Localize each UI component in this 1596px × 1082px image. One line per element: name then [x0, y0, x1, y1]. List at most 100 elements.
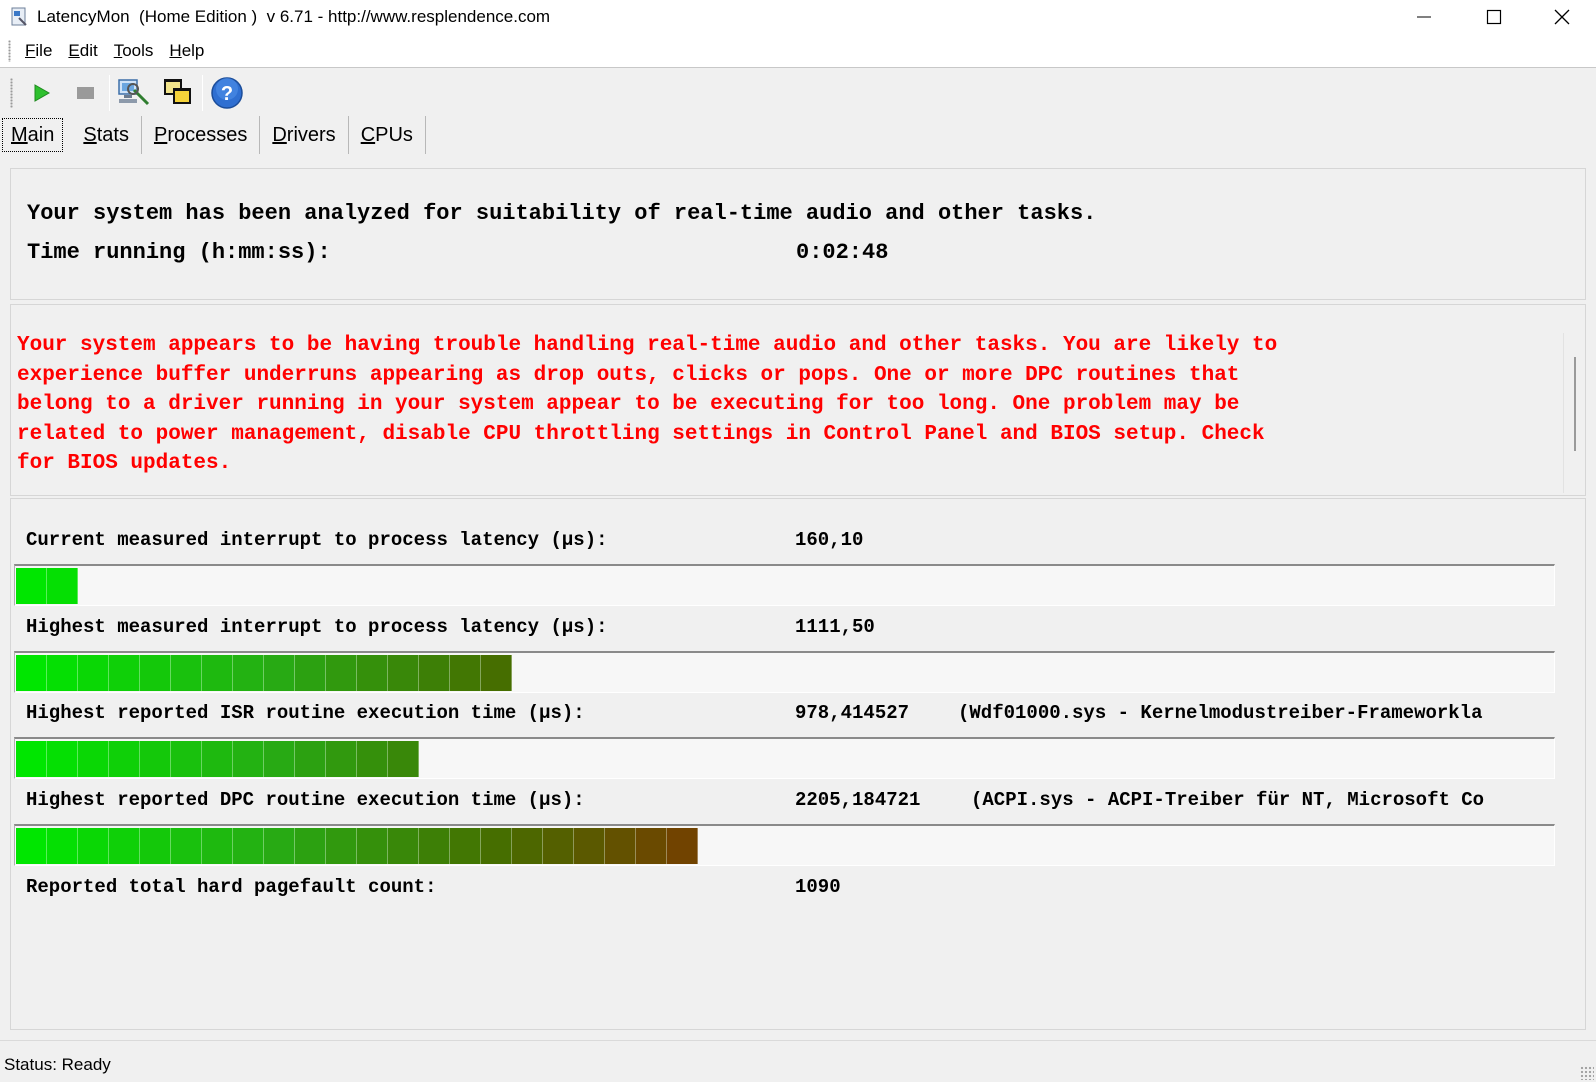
menu-help[interactable]: Help	[161, 39, 212, 63]
bar-segment	[667, 828, 698, 864]
svg-text:?: ?	[221, 83, 233, 105]
help-icon: ?	[211, 77, 243, 109]
bar-segment	[512, 828, 543, 864]
bar-segment	[605, 828, 636, 864]
bar-fill	[16, 741, 419, 777]
title-bar: LatencyMon (Home Edition ) v 6.71 - http…	[0, 0, 1596, 34]
bar-segment	[47, 741, 78, 777]
highest-latency-bar	[14, 651, 1555, 693]
bar-segment	[78, 741, 109, 777]
tab-cpus[interactable]: C PUs	[349, 116, 426, 154]
toolbar: ?	[0, 70, 1596, 116]
bar-segment	[233, 741, 264, 777]
close-icon	[1554, 9, 1570, 25]
bar-segment	[264, 741, 295, 777]
bar-segment	[233, 828, 264, 864]
bar-segment	[295, 655, 326, 691]
menu-edit[interactable]: Edit	[60, 39, 105, 63]
warning-panel: Your system appears to be having trouble…	[10, 304, 1586, 496]
bar-segment	[233, 655, 264, 691]
bar-segment	[109, 828, 140, 864]
bar-segment	[171, 655, 202, 691]
bar-segment	[264, 655, 295, 691]
bar-segment	[16, 828, 47, 864]
bar-segment	[16, 741, 47, 777]
time-running-value: 0:02:48	[796, 240, 889, 265]
bar-segment	[16, 655, 47, 691]
bar-segment	[357, 655, 388, 691]
close-button[interactable]	[1528, 0, 1596, 34]
windows-icon	[164, 79, 191, 104]
isr-time-bar	[14, 737, 1555, 779]
bar-segment	[357, 828, 388, 864]
highest-latency-value: 1111,50	[795, 616, 875, 638]
isr-time-value: 978,414527	[795, 702, 910, 724]
tab-stats[interactable]: Stats	[71, 116, 142, 154]
bar-segment	[140, 741, 171, 777]
bar-segment	[636, 828, 667, 864]
bar-segment	[109, 741, 140, 777]
pagefault-value: 1090	[795, 876, 841, 898]
bar-segment	[388, 655, 419, 691]
bar-segment	[326, 741, 357, 777]
scrollbar-thumb[interactable]	[1574, 357, 1576, 451]
analyze-button[interactable]	[112, 73, 156, 113]
bar-fill	[16, 568, 78, 604]
maximize-button[interactable]	[1460, 0, 1528, 34]
time-running-label: Time running (h:mm:ss):	[27, 240, 331, 265]
stop-icon	[77, 87, 94, 99]
bar-segment	[16, 568, 47, 604]
tab-drivers[interactable]: Drivers	[260, 116, 349, 154]
help-button[interactable]: ?	[205, 73, 249, 113]
bar-segment	[481, 828, 512, 864]
bar-segment	[357, 741, 388, 777]
summary-panel: Your system has been analyzed for suitab…	[10, 168, 1586, 300]
dpc-time-value: 2205,184721	[795, 789, 921, 811]
minimize-button[interactable]	[1390, 0, 1458, 34]
bar-fill	[16, 828, 698, 864]
window-title: LatencyMon (Home Edition ) v 6.71 - http…	[37, 7, 551, 26]
stop-button[interactable]	[63, 73, 107, 113]
bar-segment	[202, 655, 233, 691]
warning-scrollbar[interactable]	[1563, 333, 1583, 493]
current-latency-label: Current measured interrupt to process la…	[26, 529, 608, 551]
minimize-icon	[1417, 16, 1431, 18]
bar-segment	[388, 828, 419, 864]
bar-segment	[481, 655, 512, 691]
highest-latency-label: Highest measured interrupt to process la…	[26, 616, 608, 638]
resize-grip[interactable]	[1580, 1066, 1594, 1080]
bar-segment	[171, 741, 202, 777]
bar-segment	[109, 655, 140, 691]
bar-segment	[140, 828, 171, 864]
start-button[interactable]	[19, 73, 63, 113]
bar-segment	[295, 741, 326, 777]
tab-main[interactable]: Main	[2, 118, 64, 152]
bar-segment	[140, 655, 171, 691]
computer-analyze-icon	[118, 79, 150, 106]
analysis-summary-text: Your system has been analyzed for suitab…	[27, 201, 1097, 226]
toolbar-grip[interactable]	[10, 78, 13, 108]
dpc-time-label: Highest reported DPC routine execution t…	[26, 789, 585, 811]
bar-segment	[574, 828, 605, 864]
bar-segment	[202, 741, 233, 777]
toolbar-separator	[202, 75, 203, 111]
windows-button[interactable]	[156, 73, 200, 113]
menu-grip[interactable]	[8, 39, 11, 62]
bar-segment	[450, 655, 481, 691]
menu-file[interactable]: File	[17, 39, 60, 63]
bar-segment	[47, 568, 78, 604]
isr-time-label: Highest reported ISR routine execution t…	[26, 702, 585, 724]
pagefault-label: Reported total hard pagefault count:	[26, 876, 437, 898]
bar-fill	[16, 655, 512, 691]
bar-segment	[450, 828, 481, 864]
tab-strip: Main Stats Processes Drivers C PUs	[0, 116, 426, 154]
status-text: Status: Ready	[4, 1055, 111, 1074]
menu-tools[interactable]: Tools	[106, 39, 162, 63]
play-icon	[34, 84, 51, 102]
tab-processes[interactable]: Processes	[142, 116, 261, 154]
dpc-time-bar	[14, 824, 1555, 866]
status-bar: Status: Ready	[0, 1040, 1596, 1082]
menu-bar: File Edit Tools Help	[0, 34, 1596, 68]
bar-segment	[419, 828, 450, 864]
bar-segment	[78, 655, 109, 691]
